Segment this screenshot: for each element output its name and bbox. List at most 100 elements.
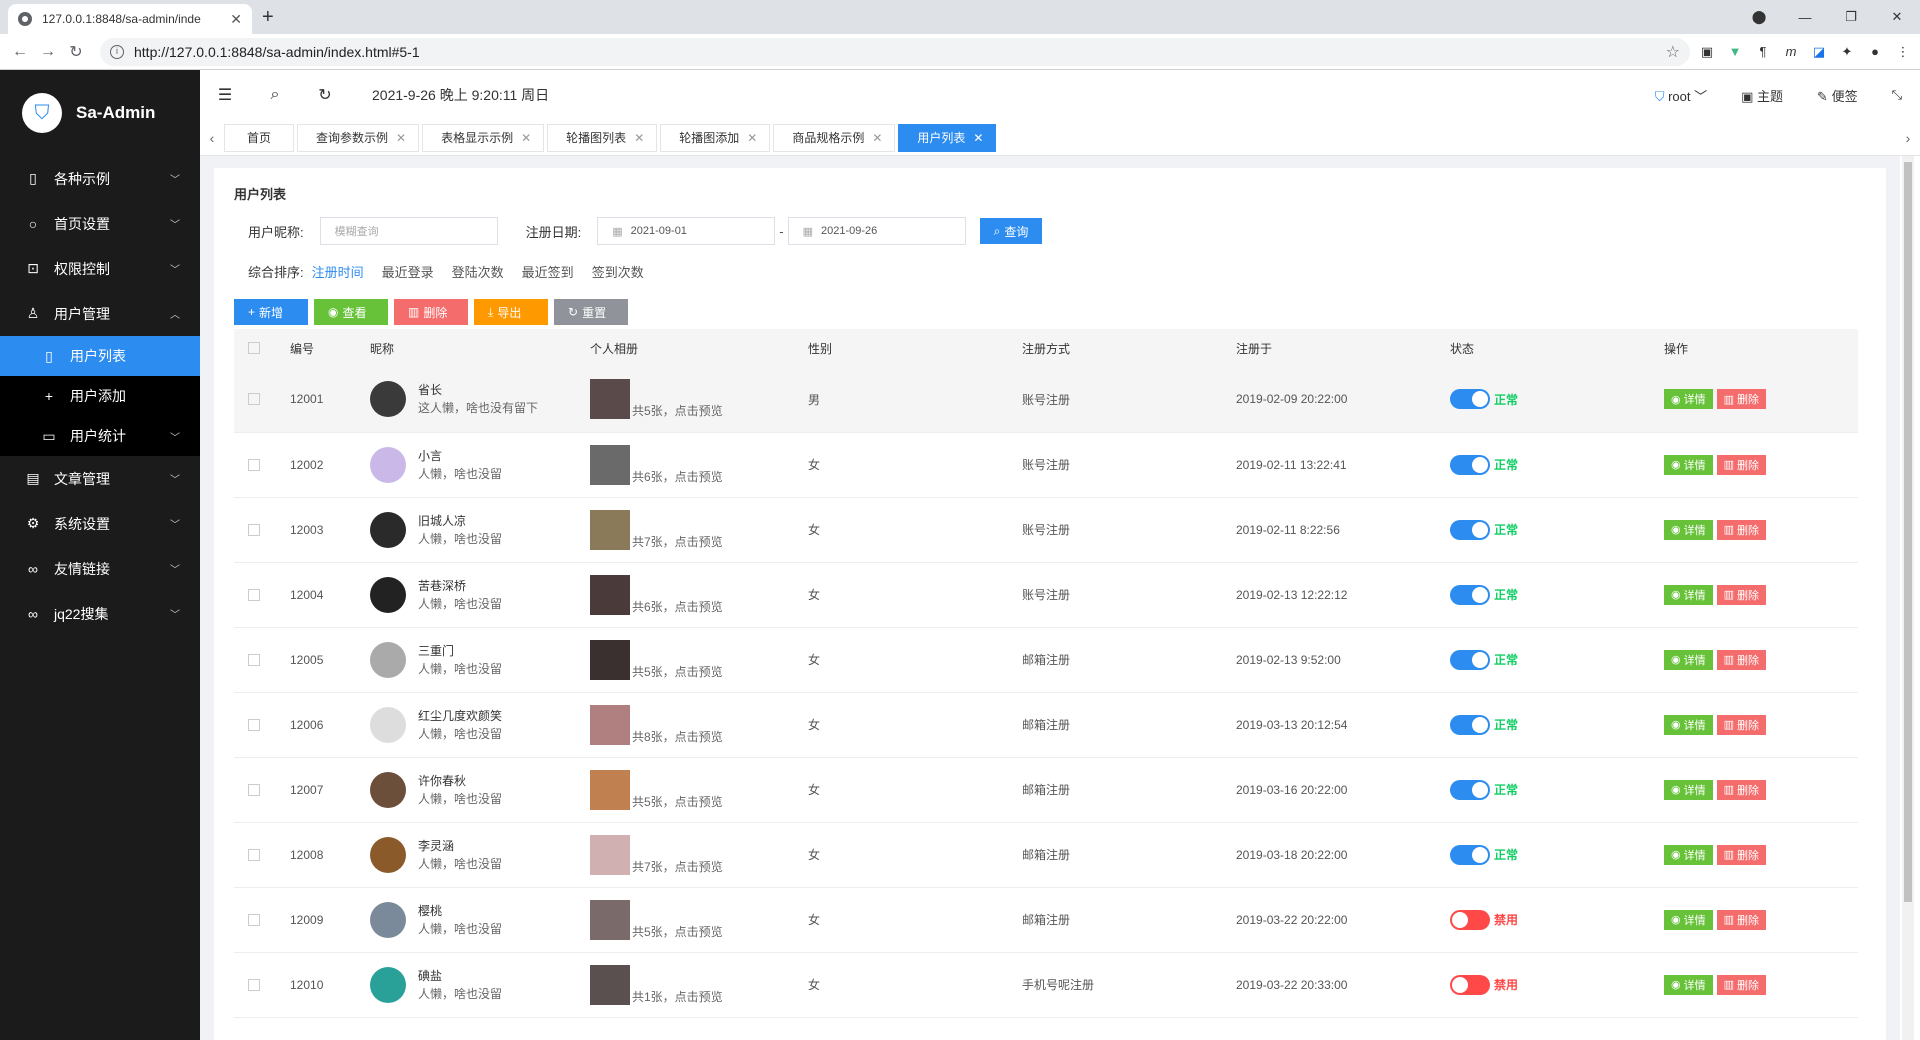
row-delete-button[interactable]: ▥ 删除 [1716,649,1767,670]
status-toggle[interactable] [1450,909,1490,930]
avatar[interactable] [370,576,406,613]
row-checkbox[interactable] [248,913,260,926]
close-icon[interactable]: ✕ [973,131,983,145]
theme-button[interactable]: ▣ 主题 [1741,86,1783,105]
sidebar-subitem-user-stats[interactable]: ▭ 用户统计 ﹀ [0,416,200,456]
minimize-icon[interactable]: — [1782,10,1828,25]
album-thumbnail[interactable] [590,379,630,420]
extension-paragraph-icon[interactable]: ¶ [1754,43,1772,61]
tab-home[interactable]: 首页 [224,123,295,152]
status-toggle[interactable] [1450,389,1490,410]
sidebar-item-permissions[interactable]: ⊡ 权限控制 ﹀ [0,246,200,291]
sort-login-count[interactable]: 登陆次数 [452,262,504,281]
bookmark-star-icon[interactable]: ☆ [1666,42,1680,62]
avatar[interactable] [370,966,406,1003]
scrollbar-thumb[interactable] [1904,162,1912,902]
window-close-icon[interactable]: ✕ [1874,9,1920,25]
close-icon[interactable]: ✕ [872,131,882,145]
extension-blue-icon[interactable]: ◪ [1810,43,1828,61]
detail-button[interactable]: ◉ 详情 [1664,519,1713,540]
avatar[interactable] [370,771,406,808]
reload-icon[interactable]: ↻ [64,42,88,62]
avatar[interactable] [370,901,406,938]
row-checkbox[interactable] [248,458,260,471]
album-count[interactable]: 共8张，点击预览 [632,728,723,745]
album-thumbnail[interactable] [590,639,630,680]
tab-table-display[interactable]: 表格显示示例 ✕ [422,123,545,152]
avatar[interactable] [370,836,406,873]
extension-square-icon[interactable]: ▣ [1698,43,1716,61]
album-count[interactable]: 共5张，点击预览 [632,663,723,680]
row-delete-button[interactable]: ▥ 删除 [1716,584,1767,605]
album-thumbnail[interactable] [590,704,630,745]
restore-icon[interactable]: ❐ [1828,9,1874,25]
close-icon[interactable]: ✕ [747,131,757,145]
view-button[interactable]: ◉ 查看 [314,299,388,325]
row-checkbox[interactable] [248,393,260,406]
extension-vue-icon[interactable]: ▼ [1726,43,1744,61]
row-checkbox[interactable] [248,783,260,796]
new-tab-icon[interactable]: + [262,6,274,29]
info-icon[interactable]: i [110,44,124,59]
album-count[interactable]: 共7张，点击预览 [632,858,723,875]
detail-button[interactable]: ◉ 详情 [1664,714,1713,735]
status-toggle[interactable] [1450,519,1490,540]
query-button[interactable]: ⌕ 查询 [979,218,1043,244]
account-icon[interactable]: ● [1866,43,1884,61]
date-from-input[interactable]: ▦ 2021-09-01 [597,217,776,245]
chevron-right-icon[interactable]: › [1896,130,1920,146]
status-toggle[interactable] [1450,584,1490,605]
sidebar-item-links[interactable]: ∞ 友情链接 ﹀ [0,546,200,591]
note-button[interactable]: ✎ 便签 [1817,86,1858,105]
detail-button[interactable]: ◉ 详情 [1664,649,1713,670]
delete-button[interactable]: ▥ 删除 [394,299,468,325]
album-count[interactable]: 共7张，点击预览 [632,533,723,550]
avatar[interactable] [370,446,406,483]
fullscreen-icon[interactable]: ⤡ [1892,87,1902,103]
search-icon[interactable]: ⌕ [250,86,300,104]
forward-icon[interactable]: → [36,43,60,61]
sidebar-subitem-user-add[interactable]: + 用户添加 [0,376,200,416]
page-scrollbar[interactable] [1902,156,1914,1040]
tab-carousel-list[interactable]: 轮播图列表 ✕ [547,123,658,152]
album-count[interactable]: 共1张，点击预览 [632,988,723,1005]
avatar[interactable] [370,641,406,678]
row-checkbox[interactable] [248,718,260,731]
add-button[interactable]: + 新增 [234,299,308,325]
tab-query-params[interactable]: 查询参数示例 ✕ [297,123,420,152]
sidebar-item-home-settings[interactable]: ○ 首页设置 ﹀ [0,201,200,246]
detail-button[interactable]: ◉ 详情 [1664,974,1713,995]
album-count[interactable]: 共5张，点击预览 [632,923,723,940]
detail-button[interactable]: ◉ 详情 [1664,454,1713,475]
album-count[interactable]: 共6张，点击预览 [632,598,723,615]
sort-checkin-count[interactable]: 签到次数 [592,262,644,281]
album-thumbnail[interactable] [590,444,630,485]
close-icon[interactable]: ✕ [230,11,242,28]
detail-button[interactable]: ◉ 详情 [1664,844,1713,865]
browser-tab[interactable]: 127.0.0.1:8848/sa-admin/inde ✕ [8,4,252,34]
album-thumbnail[interactable] [590,769,630,810]
sidebar-item-jq22[interactable]: ∞ jq22搜集 ﹀ [0,591,200,636]
back-icon[interactable]: ← [8,43,32,61]
sidebar-item-articles[interactable]: ▤ 文章管理 ﹀ [0,456,200,501]
refresh-icon[interactable]: ↻ [300,85,350,105]
close-icon[interactable]: ✕ [634,131,644,145]
row-delete-button[interactable]: ▥ 删除 [1716,779,1767,800]
album-thumbnail[interactable] [590,509,630,550]
detail-button[interactable]: ◉ 详情 [1664,584,1713,605]
profile-icon[interactable]: ⬤ [1736,9,1782,25]
extension-m-icon[interactable]: m [1782,43,1800,61]
sidebar-subitem-user-list[interactable]: ▯ 用户列表 [0,336,200,376]
row-checkbox[interactable] [248,848,260,861]
row-delete-button[interactable]: ▥ 删除 [1716,844,1767,865]
status-toggle[interactable] [1450,844,1490,865]
album-thumbnail[interactable] [590,899,630,940]
album-count[interactable]: 共6张，点击预览 [632,468,723,485]
row-checkbox[interactable] [248,523,260,536]
row-checkbox[interactable] [248,588,260,601]
date-to-input[interactable]: ▦ 2021-09-26 [787,217,966,245]
avatar[interactable] [370,511,406,548]
tab-carousel-add[interactable]: 轮播图添加 ✕ [660,123,771,152]
close-icon[interactable]: ✕ [521,131,531,145]
menu-toggle-icon[interactable]: ☰ [200,85,250,105]
